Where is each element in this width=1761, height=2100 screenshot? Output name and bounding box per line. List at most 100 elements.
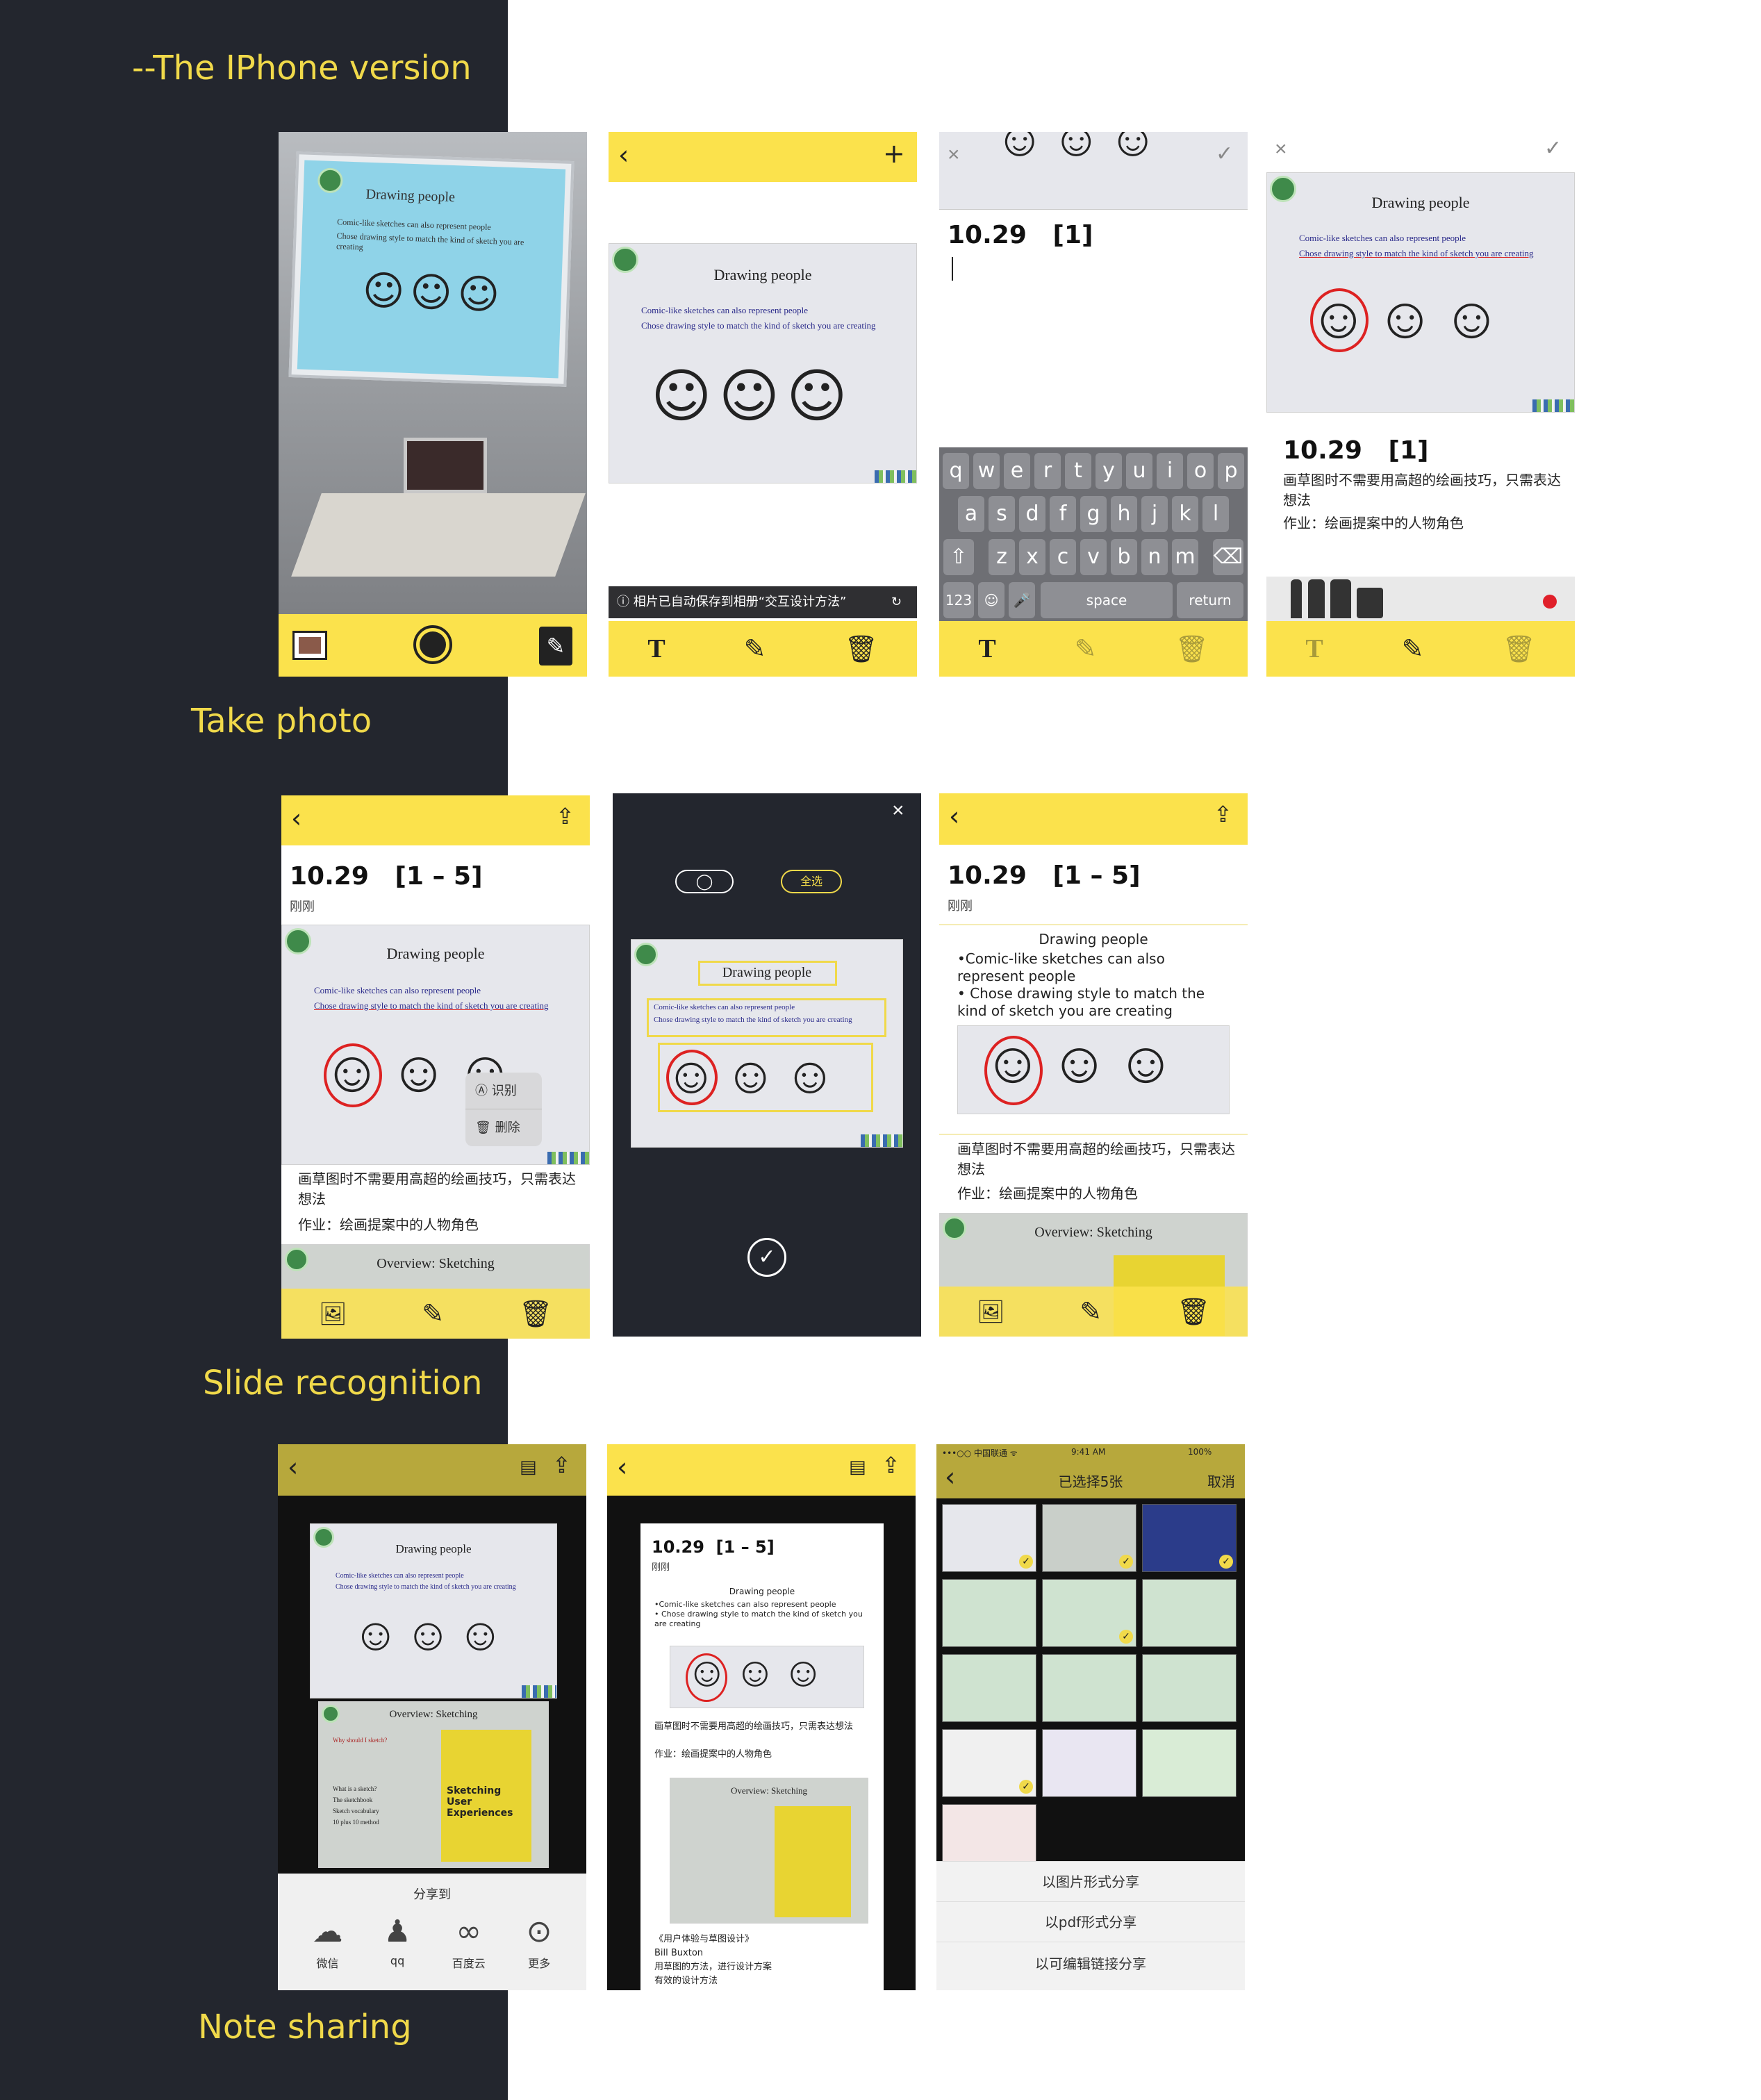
photo-thumbnail[interactable]	[1142, 1729, 1237, 1797]
image-icon[interactable]: 🖼	[977, 1300, 1005, 1323]
pen-marker[interactable]	[1330, 579, 1351, 618]
key-i[interactable]: i	[1157, 453, 1183, 489]
back-chevron-icon[interactable]: ‹	[288, 1454, 298, 1480]
key-t[interactable]: t	[1065, 453, 1091, 489]
key-return[interactable]: return	[1177, 582, 1243, 618]
confirm-check-icon[interactable]: ✓	[1544, 136, 1562, 160]
key-v[interactable]: v	[1080, 539, 1107, 575]
back-chevron-icon[interactable]: ‹	[617, 1454, 627, 1480]
key-k[interactable]: k	[1172, 496, 1198, 532]
lasso-icon[interactable]: ◯	[675, 870, 734, 893]
key-a[interactable]: a	[958, 496, 984, 532]
key-emoji-icon[interactable]: ☺	[978, 582, 1004, 618]
context-delete[interactable]: 🗑 删除	[465, 1109, 542, 1146]
key-numbers[interactable]: 123	[943, 582, 974, 618]
trash-icon[interactable]: 🗑	[1177, 1298, 1210, 1325]
photo-thumbnail[interactable]	[1042, 1654, 1136, 1722]
photo-thumbnail[interactable]	[942, 1654, 1036, 1722]
key-backspace-icon[interactable]: ⌫	[1213, 539, 1243, 575]
close-icon[interactable]: ×	[892, 799, 904, 822]
close-icon[interactable]: ×	[948, 143, 960, 167]
photo-thumbnail[interactable]: ✓	[1042, 1579, 1136, 1647]
share-target-more[interactable]: ⊙ 更多	[527, 1917, 552, 1971]
pen-eraser[interactable]	[1357, 588, 1383, 618]
pdf-icon[interactable]: ▤	[520, 1458, 537, 1476]
pen-fine[interactable]	[1291, 579, 1302, 618]
key-u[interactable]: u	[1126, 453, 1152, 489]
text-tool-icon[interactable]: T	[1305, 636, 1323, 662]
notebook-button[interactable]: ✎	[539, 627, 572, 665]
photo-thumbnail[interactable]	[942, 1579, 1036, 1647]
key-shift-icon[interactable]: ⇧	[943, 539, 974, 575]
text-tool-icon[interactable]: T	[978, 636, 995, 662]
share-target-baidu[interactable]: ∞ 百度云	[452, 1917, 486, 1971]
close-icon[interactable]: ×	[1275, 138, 1287, 161]
share-title: 分享到	[413, 1887, 451, 1902]
key-o[interactable]: o	[1187, 453, 1214, 489]
key-h[interactable]: h	[1111, 496, 1137, 532]
share-as-image-button[interactable]: 以图片形式分享	[936, 1861, 1245, 1901]
share-icon[interactable]: ⇪	[552, 1454, 571, 1476]
context-recognize[interactable]: Ⓐ 识别	[465, 1073, 542, 1109]
pen-tool-icon[interactable]: ✎	[1402, 636, 1424, 662]
key-z[interactable]: z	[989, 539, 1015, 575]
share-icon[interactable]: ⇪	[882, 1454, 900, 1476]
trash-icon[interactable]: 🗑	[1175, 636, 1208, 662]
back-chevron-icon[interactable]: ‹	[949, 803, 959, 829]
share-target-qq[interactable]: ♟ qq	[383, 1917, 411, 1971]
key-l[interactable]: l	[1202, 496, 1229, 532]
text-tool-icon[interactable]: T	[647, 636, 665, 662]
cancel-button[interactable]: 取消	[1207, 1471, 1235, 1491]
share-icon[interactable]: ⇪	[1214, 803, 1232, 825]
select-all-button[interactable]: 全选	[781, 870, 842, 893]
pen-tool-icon[interactable]: ✎	[422, 1300, 444, 1327]
image-icon[interactable]: 🖼	[319, 1303, 347, 1325]
key-r[interactable]: r	[1034, 453, 1061, 489]
trash-icon[interactable]: 🗑	[1502, 636, 1535, 662]
key-space[interactable]: space	[1041, 582, 1173, 618]
back-chevron-icon[interactable]: ‹	[618, 142, 629, 168]
key-g[interactable]: g	[1080, 496, 1107, 532]
key-m[interactable]: m	[1172, 539, 1198, 575]
pen-medium[interactable]	[1308, 579, 1325, 618]
photo-thumbnail[interactable]: ✓	[1042, 1504, 1136, 1572]
color-picker-red[interactable]	[1543, 595, 1557, 609]
key-e[interactable]: e	[1004, 453, 1030, 489]
key-mic-icon[interactable]: 🎤	[1009, 582, 1035, 618]
pdf-icon[interactable]: ▤	[849, 1458, 866, 1476]
back-chevron-icon[interactable]: ‹	[291, 805, 301, 832]
photo-thumbnail[interactable]	[1142, 1654, 1237, 1722]
text-cursor[interactable]	[952, 257, 953, 281]
trash-icon[interactable]: 🗑	[519, 1300, 552, 1327]
confirm-check-icon[interactable]: ✓	[1216, 142, 1233, 166]
key-f[interactable]: f	[1050, 496, 1076, 532]
key-n[interactable]: n	[1141, 539, 1168, 575]
trash-icon[interactable]: 🗑	[844, 636, 877, 662]
key-x[interactable]: x	[1019, 539, 1045, 575]
pen-tool-icon[interactable]: ✎	[744, 636, 766, 662]
key-p[interactable]: p	[1218, 453, 1244, 489]
key-s[interactable]: s	[989, 496, 1015, 532]
share-as-link-button[interactable]: 以可编辑链接分享	[936, 1942, 1245, 1990]
confirm-check-button[interactable]: ✓	[747, 1238, 786, 1277]
gallery-thumbnail-button[interactable]	[292, 631, 327, 660]
photo-thumbnail[interactable]	[1142, 1579, 1237, 1647]
key-j[interactable]: j	[1141, 496, 1168, 532]
key-y[interactable]: y	[1096, 453, 1122, 489]
key-d[interactable]: d	[1019, 496, 1045, 532]
key-w[interactable]: w	[973, 453, 1000, 489]
photo-thumbnail[interactable]: ✓	[942, 1729, 1036, 1797]
shutter-button[interactable]	[413, 625, 452, 664]
photo-thumbnail[interactable]	[1042, 1729, 1136, 1797]
pen-tool-icon[interactable]: ✎	[1075, 636, 1097, 662]
key-q[interactable]: q	[943, 453, 969, 489]
key-b[interactable]: b	[1111, 539, 1137, 575]
key-c[interactable]: c	[1050, 539, 1076, 575]
add-plus-icon[interactable]: +	[883, 140, 905, 167]
photo-thumbnail[interactable]: ✓	[1142, 1504, 1237, 1572]
pen-tool-icon[interactable]: ✎	[1080, 1298, 1102, 1325]
share-target-wechat[interactable]: ☁ 微信	[312, 1917, 342, 1971]
share-as-pdf-button[interactable]: 以pdf形式分享	[936, 1901, 1245, 1942]
share-icon[interactable]: ⇪	[556, 805, 574, 827]
photo-thumbnail[interactable]: ✓	[942, 1504, 1036, 1572]
